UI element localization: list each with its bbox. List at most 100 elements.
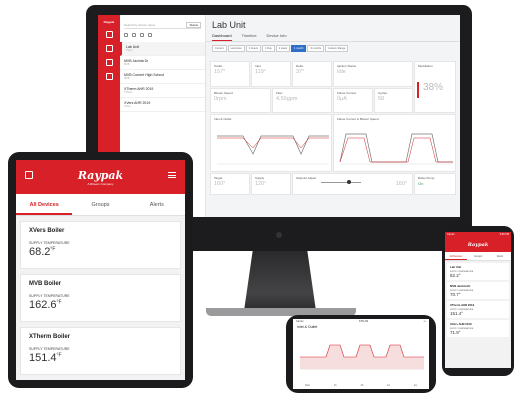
- search-input[interactable]: Search by device name: [124, 23, 155, 27]
- tab-dashboard[interactable]: Dashboard: [212, 33, 232, 41]
- tab-timeline[interactable]: Timeline: [242, 33, 257, 41]
- list-icon[interactable]: [148, 33, 152, 37]
- card-value: 58: [378, 96, 385, 102]
- delta-card: Delta 37°: [292, 61, 332, 87]
- range-4-hours[interactable]: 4 Hours: [245, 45, 261, 52]
- supply-temp-value: 68.2°F: [29, 246, 172, 258]
- outlet-card: Outlet 157°: [210, 61, 250, 87]
- range-3-months[interactable]: 3 months: [307, 45, 325, 52]
- chart-title: Flame Current & Blower Speed: [337, 117, 379, 121]
- modulation-bar: [417, 82, 419, 98]
- pump-status-toggle[interactable]: On: [415, 180, 455, 187]
- range-1-day[interactable]: 1 Day: [262, 45, 275, 52]
- supply-temp-value: 71.9°: [450, 330, 461, 335]
- alerts-icon[interactable]: [105, 59, 113, 66]
- tab-all-devices[interactable]: All Devices: [445, 252, 467, 260]
- sidebar-item-mvb-school[interactable]: MVB Current High School MVB: [120, 70, 205, 84]
- clock-label: 5:09 PM: [499, 233, 509, 236]
- range-1d[interactable]: 1d: [387, 384, 390, 387]
- sidebar-item-model: XVers: [124, 105, 131, 108]
- supply-card: Supply 120°: [251, 173, 291, 195]
- status-filter-button[interactable]: Status: [186, 21, 201, 28]
- carrier-label: Carrier: [447, 233, 455, 236]
- dashboard-tabs: Dashboard Timeline Device Info: [206, 30, 460, 42]
- tab-alerts[interactable]: Alerts: [489, 252, 511, 260]
- inlet-series-line: [217, 137, 329, 149]
- groups-icon[interactable]: [105, 45, 113, 52]
- grid-icon[interactable]: [140, 33, 144, 37]
- card-value: 157°: [214, 69, 226, 75]
- device-card[interactable]: XVers Boiler SUPPLY TEMPERATURE 68.2°F: [20, 221, 181, 269]
- monitor-stand: [244, 251, 316, 311]
- device-name: MVB Jacinta Dr: [450, 284, 471, 288]
- sidebar-item-lab-unit[interactable]: Lab Unit XVers: [120, 42, 205, 56]
- device-card[interactable]: XTherm AHR 2019 SUPPLY TEMPERATURE 151.4…: [447, 301, 509, 318]
- menu-icon[interactable]: [168, 172, 176, 178]
- setpoint-slider-handle[interactable]: [347, 180, 351, 184]
- filter-icon[interactable]: [132, 33, 136, 37]
- tab-alerts[interactable]: Alerts: [129, 194, 185, 215]
- phone-portrait-device: Carrier 5:09 PM Raypak All Devices Group…: [442, 226, 514, 376]
- setpoint-slider[interactable]: [321, 180, 361, 184]
- device-card[interactable]: Lab Unit SUPPLY TEMPERATURE 82.2°: [447, 263, 509, 280]
- tab-groups[interactable]: Groups: [72, 194, 128, 215]
- tablet-device: Raypak A Rheem Company All Devices Group…: [8, 152, 193, 388]
- device-card[interactable]: MVB Jacinta Dr SUPPLY TEMPERATURE 70.7°: [447, 282, 509, 299]
- supply-temp-value: 70.7°: [450, 292, 461, 297]
- settings-icon[interactable]: [105, 73, 113, 80]
- modulation-value: 38%: [423, 82, 444, 93]
- devices-icon[interactable]: [105, 31, 113, 38]
- sidebar-item-xtherm-ahr[interactable]: XTherm AHR 2019 XTherm: [120, 84, 205, 98]
- device-card[interactable]: MVB Boiler SUPPLY TEMPERATURE 162.6°F: [20, 274, 181, 322]
- device-name: XTherm Boiler: [29, 334, 71, 340]
- device-search[interactable]: Search by device name Status: [124, 21, 201, 29]
- device-mockup-scene: Raypak Search by device name Status Lab …: [0, 0, 519, 394]
- device-card[interactable]: XVers AHR 2019 SUPPLY TEMPERATURE 71.9°: [447, 320, 509, 337]
- monitor-logo-dot: [276, 232, 282, 238]
- range-1h[interactable]: 1h: [334, 384, 337, 387]
- device-name: XVers Boiler: [29, 228, 65, 234]
- range-current[interactable]: Current: [212, 45, 227, 52]
- inlet-outlet-chart: [217, 135, 329, 165]
- clock-label: 8:55 AM: [359, 320, 369, 323]
- temp-number: 68.2: [29, 246, 51, 258]
- pump-card: Boiler Pump On: [414, 173, 456, 195]
- sidebar-item-mvb-jacinta[interactable]: MVB Jacinta Dr MVB: [120, 56, 205, 70]
- supply-temp-value: 151.4°F: [29, 352, 172, 364]
- inlet-card: Inlet 119°: [251, 61, 291, 87]
- phone-landscape-device: Carrier 8:55 AM ▭ Inlet & Outlet Now 1h …: [286, 315, 436, 393]
- chart-title: Inlet & Outlet: [297, 325, 318, 329]
- tab-all-devices[interactable]: All Devices: [16, 194, 73, 215]
- flow-card: Flow 4.50gpm: [272, 88, 332, 113]
- temp-unit: °F: [56, 352, 62, 359]
- temp-unit: °F: [50, 246, 56, 253]
- flame-blower-chart: [339, 133, 453, 165]
- range-1-month[interactable]: 1 month: [291, 45, 307, 52]
- range-1-week[interactable]: 1 week: [275, 45, 290, 52]
- range-4h[interactable]: 4h: [360, 384, 363, 387]
- tab-groups[interactable]: Groups: [467, 252, 489, 260]
- range-now[interactable]: Now: [305, 384, 310, 387]
- time-range-selector: Current Last Hour 4 Hours 1 Day 1 week 1…: [206, 42, 460, 55]
- refresh-icon[interactable]: [124, 33, 128, 37]
- flame-series-line: [339, 137, 453, 163]
- tablet-screen: Raypak A Rheem Company All Devices Group…: [16, 160, 185, 380]
- supply-temp-label: SUPPLY TEMPERATURE: [29, 347, 70, 351]
- card-value: Idle: [337, 69, 346, 75]
- range-custom[interactable]: Custom Range: [325, 45, 349, 52]
- modulation-card: Modulation 38%: [414, 61, 456, 113]
- blower-card: Blower Speed 0rpm: [210, 88, 271, 113]
- device-name: XTherm AHR 2019: [450, 303, 475, 307]
- phone-screen: Carrier 5:09 PM Raypak All Devices Group…: [445, 232, 511, 368]
- sidebar-item-model: XVers: [126, 49, 133, 52]
- raypak-logo: Raypak: [77, 169, 124, 182]
- setpoint-card: Setpoint Adjust 160°: [292, 173, 413, 195]
- sidebar-item-xvers-ahr[interactable]: XVers AHR 2019 XVers: [120, 98, 205, 112]
- sidebar-item-model: MVB: [124, 77, 130, 80]
- temp-unit: °F: [56, 299, 62, 306]
- device-card[interactable]: XTherm Boiler SUPPLY TEMPERATURE 151.4°F: [20, 327, 181, 375]
- range-last-hour[interactable]: Last Hour: [227, 45, 245, 52]
- tab-device-info[interactable]: Device Info: [267, 33, 287, 41]
- range-1w[interactable]: 1w: [414, 384, 417, 387]
- sidebar-item-model: XTherm: [124, 91, 133, 94]
